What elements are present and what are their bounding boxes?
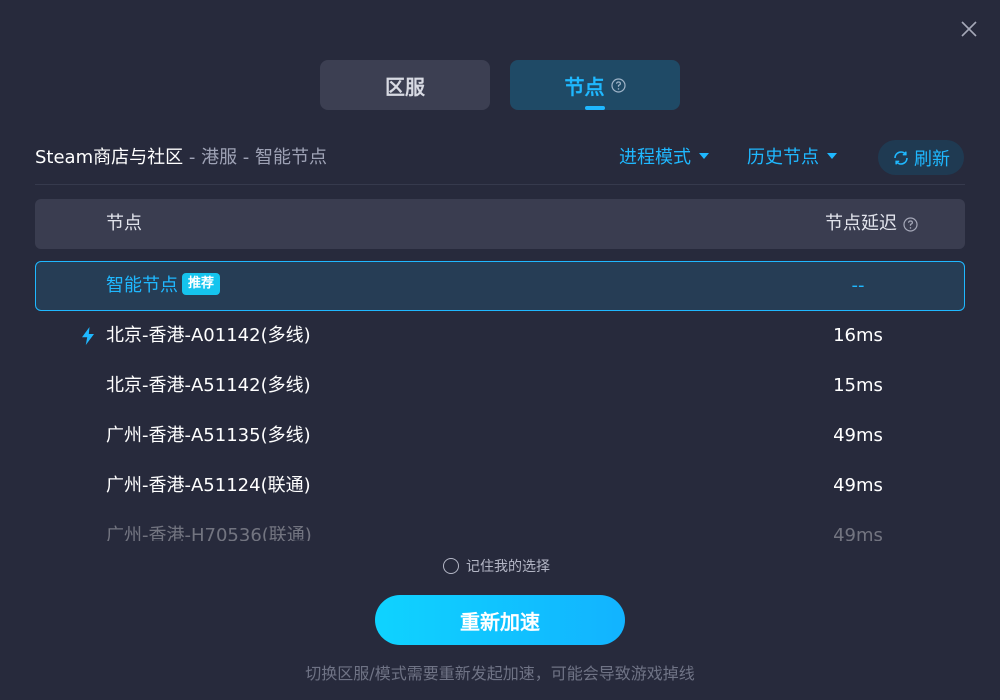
node-name: 智能节点 推荐 — [106, 262, 221, 310]
table-row[interactable]: 广州-香港-A51124(联通) 49ms — [35, 461, 965, 511]
caret-down-icon — [827, 153, 837, 159]
footer-note: 切换区服/模式需要重新发起加速，可能会导致游戏掉线 — [305, 664, 695, 683]
breadcrumb: Steam商店与社区 - 港服 - 智能节点 — [35, 138, 327, 178]
breadcrumb-server: - 港服 - 智能节点 — [183, 147, 328, 168]
help-icon[interactable] — [610, 77, 626, 93]
node-name: 广州-香港-A51124(联通) — [106, 475, 311, 496]
table-header: 节点 节点延迟 — [35, 199, 965, 249]
column-header-latency: 节点延迟 — [825, 199, 918, 249]
column-header-node: 节点 — [106, 213, 142, 234]
active-tab-indicator — [585, 106, 605, 110]
node-name: 北京-香港-A01142(多线) — [106, 325, 311, 346]
close-icon[interactable] — [960, 20, 978, 38]
node-name-text: 智能节点 — [106, 275, 178, 296]
node-name: 广州-香港-A51135(多线) — [106, 425, 311, 446]
reaccelerate-button[interactable]: 重新加速 — [375, 595, 625, 645]
tab-node-label: 节点 — [564, 74, 605, 99]
lightning-icon — [82, 327, 94, 345]
help-icon[interactable] — [903, 216, 918, 232]
tab-bar: 区服 节点 — [320, 60, 680, 110]
node-latency: 49ms — [833, 475, 883, 496]
table-row[interactable]: 北京-香港-A51142(多线) 15ms — [35, 361, 965, 411]
header-row: Steam商店与社区 - 港服 - 智能节点 进程模式 历史节点 刷新 — [35, 138, 965, 178]
tab-node[interactable]: 节点 — [510, 60, 680, 110]
caret-down-icon — [699, 153, 709, 159]
node-select-dialog: 区服 节点 Steam商店与社区 - 港服 - 智能节点 进程模式 历史节点 刷… — [0, 0, 1000, 700]
table-row[interactable]: 广州-香港-H70536(联通) 49ms — [35, 511, 965, 541]
mode-dropdown[interactable]: 进程模式 — [619, 138, 709, 178]
node-name: 广州-香港-H70536(联通) — [106, 525, 312, 541]
history-dropdown[interactable]: 历史节点 — [747, 138, 837, 178]
node-latency: 49ms — [833, 425, 883, 446]
divider — [35, 184, 965, 185]
reaccelerate-button-label: 重新加速 — [460, 609, 540, 634]
node-latency: -- — [851, 275, 865, 296]
table-row[interactable]: 智能节点 推荐 -- — [35, 261, 965, 311]
breadcrumb-game: Steam商店与社区 — [35, 147, 184, 168]
refresh-label: 刷新 — [914, 148, 950, 170]
radio-circle-icon — [443, 558, 459, 574]
node-list: 智能节点 推荐 -- 北京-香港-A01142(多线) 16ms 北京-香港-A5… — [35, 261, 965, 541]
refresh-button[interactable]: 刷新 — [878, 140, 964, 175]
refresh-icon — [894, 150, 908, 165]
mode-dropdown-label: 进程模式 — [619, 147, 691, 168]
node-latency: 15ms — [833, 375, 883, 396]
node-name: 北京-香港-A51142(多线) — [106, 375, 311, 396]
column-header-latency-label: 节点延迟 — [825, 213, 897, 234]
node-latency: 16ms — [833, 325, 883, 346]
remember-choice-label: 记住我的选择 — [466, 559, 550, 575]
tab-region-label: 区服 — [385, 74, 425, 99]
node-latency: 49ms — [833, 525, 883, 541]
tab-region[interactable]: 区服 — [320, 60, 490, 110]
table-row[interactable]: 广州-香港-A51135(多线) 49ms — [35, 411, 965, 461]
history-dropdown-label: 历史节点 — [747, 147, 819, 168]
table-row[interactable]: 北京-香港-A01142(多线) 16ms — [35, 311, 965, 361]
remember-choice-radio[interactable]: 记住我的选择 — [443, 556, 550, 576]
recommend-badge: 推荐 — [182, 273, 221, 295]
